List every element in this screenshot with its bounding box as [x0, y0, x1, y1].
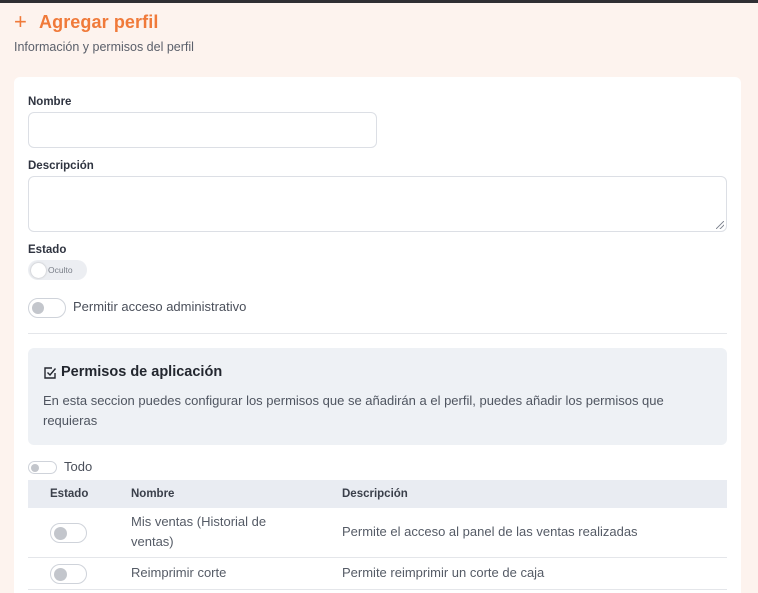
permissions-info-box: Permisos de aplicación En esta seccion p… — [28, 348, 727, 445]
row-permission-name: Mis ventas (Historial de ventas) — [131, 514, 267, 549]
status-toggle[interactable]: Oculto — [28, 260, 87, 280]
resize-handle[interactable] — [716, 221, 724, 229]
page-subtitle: Información y permisos del perfil — [14, 40, 194, 54]
page-title: Agregar perfil — [39, 11, 159, 32]
title-row: + Agregar perfil — [14, 10, 194, 34]
column-header-status: Estado — [50, 488, 89, 500]
section-divider — [28, 333, 727, 334]
page-header: + Agregar perfil Información y permisos … — [14, 10, 194, 55]
status-label: Estado — [28, 244, 67, 256]
column-header-name: Nombre — [131, 488, 175, 500]
row-permission-toggle-knob — [54, 568, 67, 581]
profile-form-card: Nombre Descripción Estado Oculto Permiti… — [14, 77, 741, 593]
row-permission-description: Permite reimprimir un corte de caja — [342, 565, 545, 580]
checkbox-icon — [44, 367, 57, 379]
description-label: Descripción — [28, 160, 94, 172]
column-header-description: Descripción — [342, 488, 408, 500]
row-permission-toggle[interactable] — [50, 523, 87, 543]
plus-icon: + — [14, 9, 27, 34]
admin-access-label: Permitir acceso administrativo — [73, 299, 247, 314]
description-textarea[interactable] — [28, 176, 727, 232]
admin-access-toggle-knob — [32, 302, 44, 314]
status-toggle-knob — [31, 262, 46, 278]
row-permission-toggle[interactable] — [50, 564, 87, 584]
select-all-toggle-knob — [31, 464, 39, 472]
permissions-table-header: Estado Nombre Descripción — [28, 480, 727, 508]
permissions-description: En esta seccion puedes configurar los pe… — [43, 393, 664, 428]
top-bar — [0, 0, 758, 3]
select-all-toggle[interactable] — [28, 461, 57, 474]
permissions-title: Permisos de aplicación — [61, 364, 223, 380]
table-row: Reimprimir corte Permite reimprimir un c… — [28, 558, 727, 590]
table-row: Mis ventas (Historial de ventas) Permite… — [28, 508, 727, 558]
select-all-label: Todo — [64, 459, 93, 474]
admin-access-toggle[interactable] — [28, 298, 66, 318]
name-input[interactable] — [28, 112, 377, 148]
status-toggle-label: Oculto — [48, 265, 73, 275]
row-permission-toggle-knob — [54, 527, 67, 540]
row-permission-description: Permite el acceso al panel de las ventas… — [342, 524, 638, 539]
row-permission-name: Reimprimir corte — [131, 565, 227, 580]
name-label: Nombre — [28, 96, 72, 108]
